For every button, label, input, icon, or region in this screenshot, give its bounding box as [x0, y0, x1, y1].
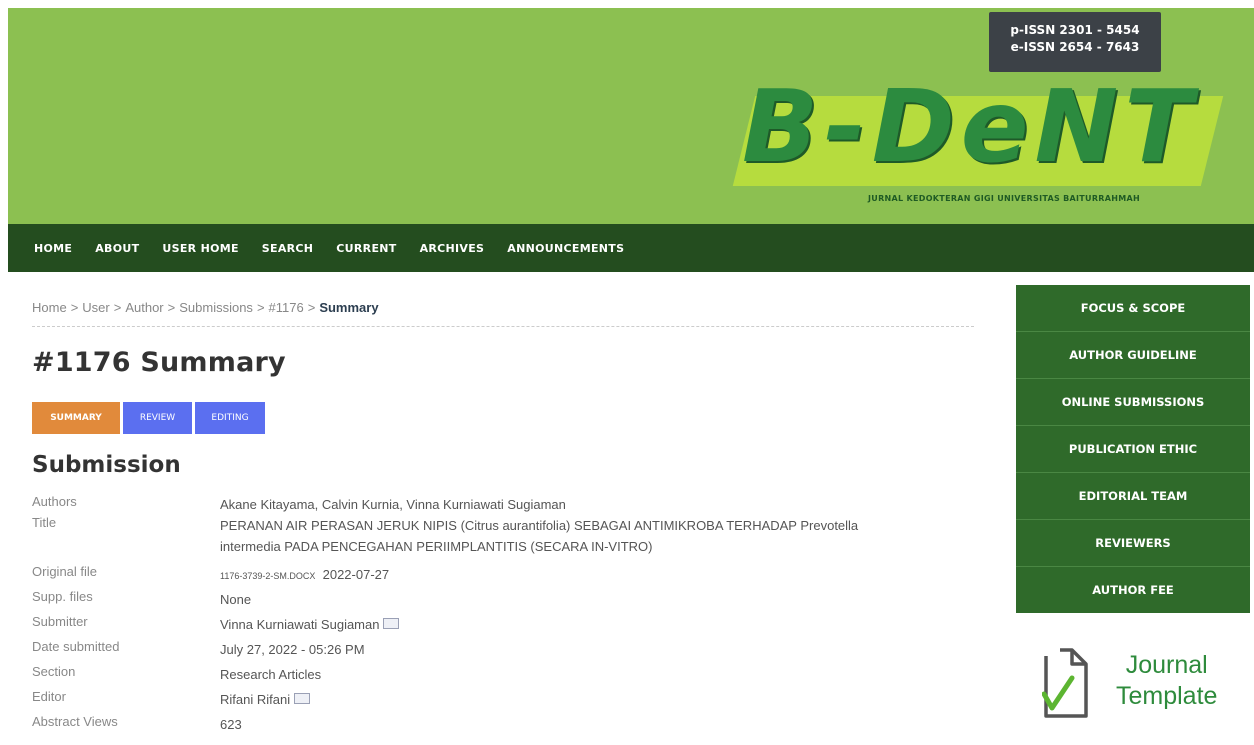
detail-value-date-submitted: July 27, 2022 - 05:26 PM: [220, 642, 365, 657]
email-icon[interactable]: [383, 618, 400, 630]
detail-row-authors: Authors Akane Kitayama, Calvin Kurnia, V…: [32, 494, 990, 515]
nav-home[interactable]: HOME: [34, 242, 72, 255]
journal-template-line2: Template: [1116, 682, 1218, 710]
detail-label: Editor: [32, 689, 66, 704]
original-file-date: 2022-07-27: [322, 567, 390, 582]
submitter-name: Vinna Kurniawati Sugiaman: [220, 617, 380, 632]
nav-archives[interactable]: ARCHIVES: [420, 242, 485, 255]
breadcrumb-separator: >: [307, 300, 316, 315]
detail-label: Abstract Views: [32, 714, 118, 729]
title-line-1: PERANAN AIR PERASAN JERUK NIPIS (Citrus …: [220, 518, 859, 533]
detail-value-supp-files: None: [220, 592, 252, 607]
submission-tabs: SUMMARY REVIEW EDITING: [32, 402, 268, 434]
breadcrumb-separator: >: [256, 300, 265, 315]
sidebar-item-reviewers[interactable]: REVIEWERS: [1016, 520, 1250, 567]
breadcrumb-current[interactable]: Summary: [319, 300, 378, 315]
breadcrumb-author[interactable]: Author: [125, 300, 163, 315]
nav-search[interactable]: SEARCH: [262, 242, 314, 255]
sidebar-item-publication-ethic[interactable]: PUBLICATION ETHIC: [1016, 426, 1250, 473]
detail-row-date-submitted: Date submitted July 27, 2022 - 05:26 PM: [32, 639, 990, 660]
tab-review[interactable]: REVIEW: [123, 402, 192, 434]
detail-label: Original file: [32, 564, 98, 579]
breadcrumb-separator: >: [167, 300, 176, 315]
nav-user-home[interactable]: USER HOME: [162, 242, 238, 255]
detail-value-submitter: Vinna Kurniawati Sugiaman: [220, 614, 990, 635]
issn-print: p-ISSN 2301 - 5454: [1010, 23, 1140, 37]
email-icon[interactable]: [294, 693, 311, 705]
breadcrumb-separator: >: [113, 300, 122, 315]
issn-online: e-ISSN 2654 - 7643: [1010, 40, 1140, 54]
issn-badge: p-ISSN 2301 - 5454 e-ISSN 2654 - 7643: [989, 12, 1161, 72]
sidebar-item-editorial-team[interactable]: EDITORIAL TEAM: [1016, 473, 1250, 520]
tab-editing[interactable]: EDITING: [195, 402, 265, 434]
detail-row-title: Title PERANAN AIR PERASAN JERUK NIPIS (C…: [32, 515, 990, 557]
journal-template-text: Journal Template: [1116, 650, 1217, 712]
detail-label: Section: [32, 664, 76, 679]
sidebar-item-focus-scope[interactable]: FOCUS & SCOPE: [1016, 285, 1250, 332]
site-header-banner: p-ISSN 2301 - 5454 e-ISSN 2654 - 7643 B-…: [8, 8, 1254, 224]
detail-label: Date submitted: [32, 639, 120, 654]
detail-row-abstract-views: Abstract Views 623: [32, 714, 990, 735]
sidebar-item-online-submissions[interactable]: ONLINE SUBMISSIONS: [1016, 379, 1250, 426]
nav-announcements[interactable]: ANNOUNCEMENTS: [507, 242, 624, 255]
nav-current[interactable]: CURRENT: [336, 242, 396, 255]
title-line-2: intermedia PADA PENCEGAHAN PERIIMPLANTIT…: [220, 539, 653, 554]
detail-value-title: PERANAN AIR PERASAN JERUK NIPIS (Citrus …: [220, 515, 990, 557]
detail-label: Supp. files: [32, 589, 93, 604]
journal-template-link[interactable]: Journal Template: [1016, 622, 1250, 732]
detail-row-submitter: Submitter Vinna Kurniawati Sugiaman: [32, 614, 990, 635]
breadcrumb-submissions[interactable]: Submissions: [179, 300, 253, 315]
divider: [32, 326, 974, 327]
detail-row-section: Section Research Articles: [32, 664, 990, 685]
breadcrumb-home[interactable]: Home: [32, 300, 67, 315]
breadcrumb-submission-id[interactable]: #1176: [269, 300, 304, 315]
detail-value-original-file: 1176-3739-2-SM.DOCX 2022-07-27: [220, 564, 990, 587]
editor-name: Rifani Rifani: [220, 692, 291, 707]
document-check-icon: [1042, 648, 1088, 718]
logo-subtitle: JURNAL KEDOKTERAN GIGI UNIVERSITAS BAITU…: [868, 194, 1141, 203]
sidebar-menu: FOCUS & SCOPE AUTHOR GUIDELINE ONLINE SU…: [1016, 285, 1250, 613]
detail-value-authors: Akane Kitayama, Calvin Kurnia, Vinna Kur…: [220, 497, 566, 512]
logo-text: B-DeNT: [742, 68, 1199, 185]
breadcrumb: Home > User > Author > Submissions > #1176 > Summa…: [32, 300, 379, 315]
original-file-link[interactable]: 1176-3739-2-SM.DOCX: [220, 571, 315, 581]
page-title: #1176 Summary: [32, 347, 286, 378]
main-navigation: HOME ABOUT USER HOME SEARCH CURRENT ARCH…: [8, 224, 1254, 272]
detail-label: Authors: [32, 494, 77, 509]
nav-about[interactable]: ABOUT: [95, 242, 139, 255]
sidebar-item-author-fee[interactable]: AUTHOR FEE: [1016, 567, 1250, 613]
section-title: Submission: [32, 452, 181, 478]
journal-template-line1: Journal: [1125, 651, 1208, 679]
detail-row-original-file: Original file 1176-3739-2-SM.DOCX 2022-0…: [32, 564, 990, 587]
tab-summary[interactable]: SUMMARY: [32, 402, 120, 434]
detail-label: Submitter: [32, 614, 88, 629]
breadcrumb-separator: >: [70, 300, 79, 315]
sidebar-item-author-guideline[interactable]: AUTHOR GUIDELINE: [1016, 332, 1250, 379]
detail-value-section: Research Articles: [220, 667, 322, 682]
detail-row-editor: Editor Rifani Rifani: [32, 689, 990, 710]
breadcrumb-user[interactable]: User: [82, 300, 109, 315]
detail-value-abstract-views: 623: [220, 717, 242, 732]
detail-row-supp-files: Supp. files None: [32, 589, 990, 610]
detail-value-editor: Rifani Rifani: [220, 689, 990, 710]
detail-label: Title: [32, 515, 57, 530]
journal-logo[interactable]: B-DeNT JURNAL KEDOKTERAN GIGI UNIVERSITA…: [726, 68, 1246, 203]
